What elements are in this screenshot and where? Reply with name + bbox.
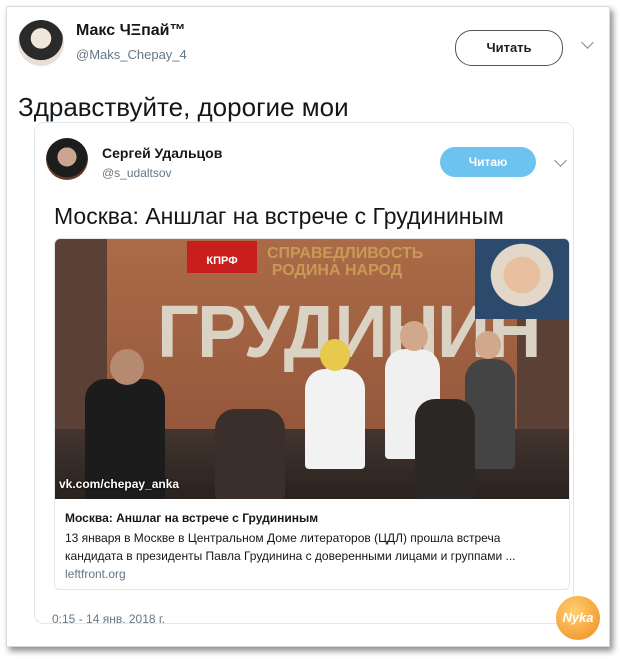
card-image: КПРФ СПРАВЕДЛИВОСТЬ РОДИНА НАРОД ГРУДИНИ… (55, 239, 569, 499)
audience-figure (215, 409, 285, 499)
watermark-logo: Nyka (556, 596, 600, 640)
photographer-head (110, 349, 144, 385)
quoted-author-handle[interactable]: @s_udaltsov (102, 166, 172, 180)
quoted-author-name[interactable]: Сергей Удальцов (102, 145, 222, 161)
follow-button[interactable]: Читать (455, 30, 563, 66)
audience-figure (415, 399, 475, 499)
card-description: 13 января в Москве в Центральном Доме ли… (65, 531, 516, 563)
screen-logo: КПРФ (187, 241, 257, 273)
image-watermark: vk.com/chepay_anka (59, 477, 180, 491)
following-button[interactable]: Читаю (440, 147, 536, 177)
author-name[interactable]: Макс ЧΞпай™ (76, 22, 186, 40)
card-title: Москва: Аншлаг на встрече с Грудининым (65, 511, 319, 525)
singer-head (475, 331, 501, 359)
tweet-timestamp[interactable]: 0:15 - 14 янв. 2018 г. (52, 612, 165, 626)
quoted-tweet-text: Москва: Аншлаг на встрече с Грудининым (54, 203, 504, 229)
screen-slogan: СПРАВЕДЛИВОСТЬ РОДИНА НАРОД (267, 245, 424, 279)
performer-figure (305, 369, 365, 469)
tweet-text: Здравствуйте, дорогие мои (18, 92, 349, 122)
author-handle[interactable]: @Maks_Chepay_4 (76, 47, 187, 62)
link-card[interactable]: КПРФ СПРАВЕДЛИВОСТЬ РОДИНА НАРОД ГРУДИНИ… (54, 238, 570, 590)
card-domain: leftfront.org (65, 567, 126, 581)
inset-photo (475, 239, 569, 319)
performer-head (320, 339, 350, 371)
accordion-player-head (400, 321, 428, 351)
author-avatar[interactable] (18, 20, 64, 66)
quoted-author-avatar[interactable] (46, 138, 88, 180)
